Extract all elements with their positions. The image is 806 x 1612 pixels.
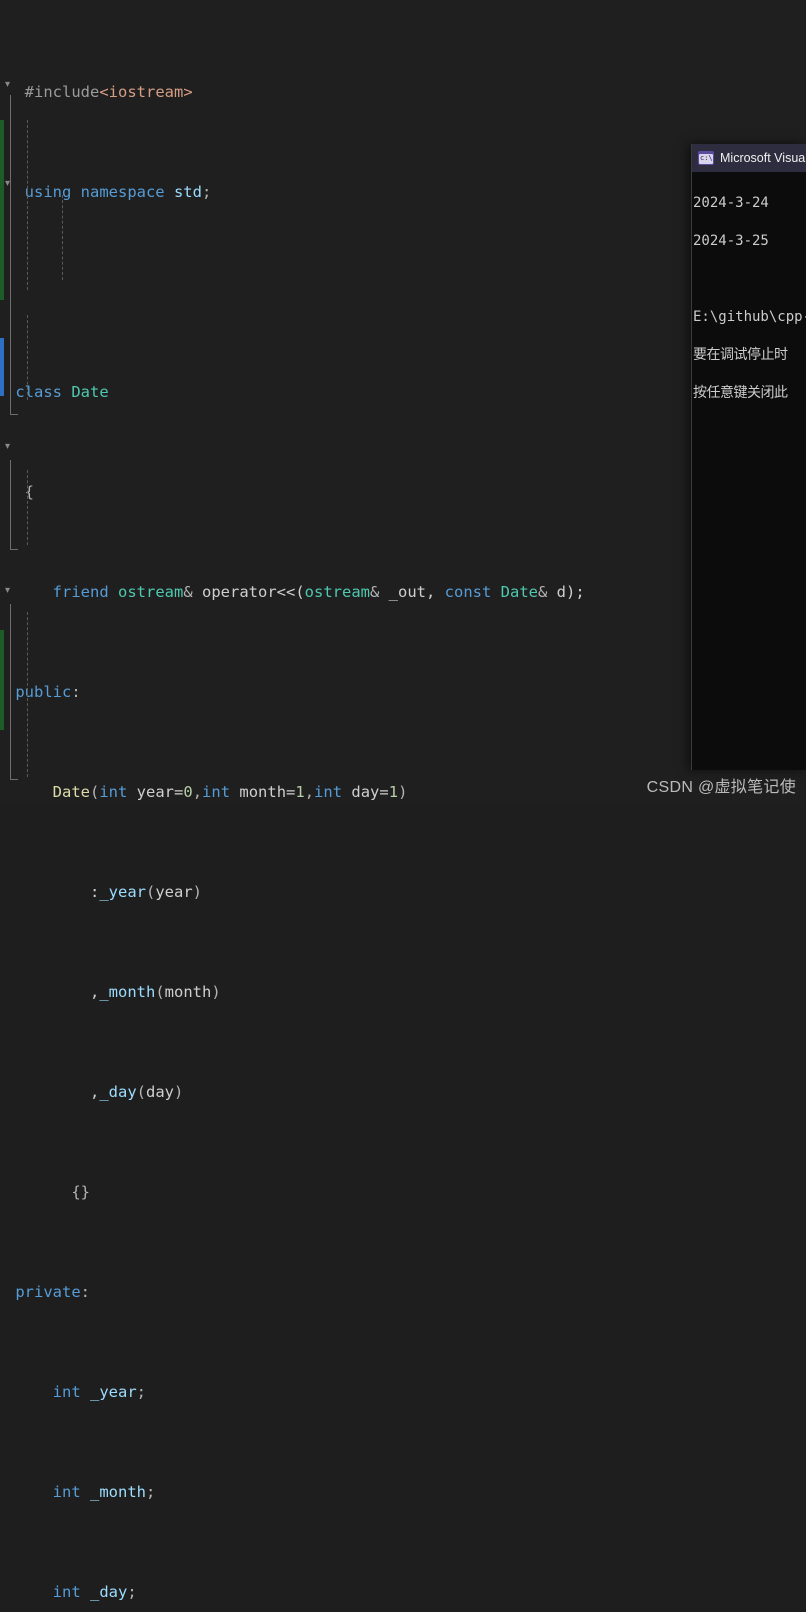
scope-guide: [10, 604, 11, 779]
scope-guide: [10, 95, 11, 415]
scope-guide-end: [10, 535, 18, 550]
code-line[interactable]: Date(int year=0,int month=1,int day=1): [0, 780, 806, 805]
console-output-line: 要在调试停止时: [693, 347, 788, 363]
code-line[interactable]: #include<iostream>: [0, 80, 806, 105]
fold-chevron-icon[interactable]: ▾: [5, 171, 17, 196]
code-line[interactable]: ,_day(day): [0, 1080, 806, 1105]
code-line[interactable]: friend ostream& operator<<(ostream& _out…: [0, 580, 806, 605]
indent-guide: [27, 315, 28, 400]
code-line[interactable]: ,_month(month): [0, 980, 806, 1005]
code-line[interactable]: int _year;: [0, 1380, 806, 1405]
indent-guide: [27, 470, 28, 545]
code-line[interactable]: [0, 280, 806, 305]
gutter-marker-added: [0, 630, 4, 730]
console-output-line: 2024-3-24: [693, 195, 769, 211]
console-title: Microsoft Visual: [720, 151, 806, 165]
code-line[interactable]: {: [0, 480, 806, 505]
console-output-line-blank: [693, 270, 806, 289]
code-line[interactable]: class Date: [0, 380, 806, 405]
console-output-line: 2024-3-25: [693, 233, 769, 249]
code-editor[interactable]: ▾ ▾ ▾ ▾ #include<iostream> using namespa…: [0, 0, 806, 1601]
console-output-line: E:\github\cpp-: [693, 309, 806, 325]
scope-guide-end: [10, 400, 18, 415]
console-titlebar[interactable]: Microsoft Visual: [692, 144, 806, 172]
gutter-marker-modified: [0, 338, 4, 396]
console-output: 2024-3-24 2024-3-25 E:\github\cpp- 要在调试停…: [692, 172, 806, 441]
code-line[interactable]: int _month;: [0, 1480, 806, 1505]
code-line[interactable]: :_year(year): [0, 880, 806, 905]
command-prompt-icon: [698, 151, 714, 165]
code-line[interactable]: {}: [0, 1180, 806, 1205]
indent-guide: [62, 195, 63, 280]
fold-chevron-icon[interactable]: ▾: [5, 434, 17, 459]
code-lines[interactable]: #include<iostream> using namespace std; …: [0, 0, 806, 1612]
scope-guide-end: [10, 765, 18, 780]
code-line[interactable]: public:: [0, 680, 806, 705]
indent-guide: [27, 120, 28, 290]
fold-chevron-icon[interactable]: ▾: [5, 72, 17, 97]
code-line[interactable]: int _day;: [0, 1580, 806, 1605]
code-line[interactable]: using namespace std;: [0, 180, 806, 205]
console-window[interactable]: Microsoft Visual 2024-3-24 2024-3-25 E:\…: [691, 144, 806, 770]
code-line[interactable]: private:: [0, 1280, 806, 1305]
fold-chevron-icon[interactable]: ▾: [5, 578, 17, 603]
console-output-line: 按任意键关闭此: [693, 385, 788, 401]
indent-guide: [27, 612, 28, 777]
gutter-marker-added: [0, 120, 4, 300]
